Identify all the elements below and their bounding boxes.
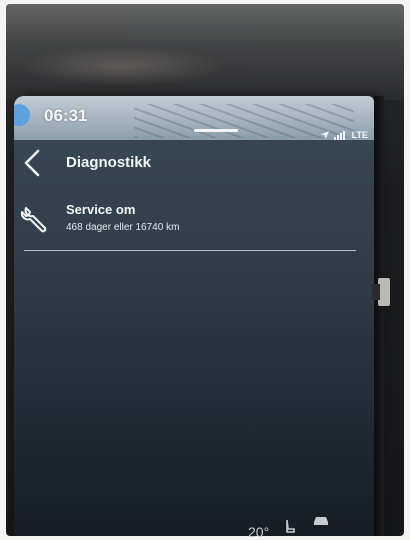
service-detail: 468 dager eller 16740 km	[66, 222, 180, 233]
pull-down-handle[interactable]	[194, 129, 238, 132]
network-type: LTE	[351, 130, 368, 140]
service-list-item[interactable]: Service om 468 dager eller 16740 km	[14, 196, 360, 248]
infotainment-screen: 06:31 LTE Diagnostikk Service om 468 dag…	[14, 96, 374, 536]
clock: 06:31	[44, 106, 88, 125]
climate-temperature[interactable]: 20°	[248, 524, 269, 540]
bezel-reflection	[6, 4, 404, 100]
seat-heat-icon[interactable]	[284, 519, 296, 535]
status-icons: LTE	[320, 130, 368, 140]
mount-clip	[372, 278, 390, 306]
profile-dot-icon[interactable]	[14, 104, 30, 126]
status-bar: 06:31 LTE	[14, 96, 374, 140]
signal-bars-icon	[333, 131, 345, 140]
service-title: Service om	[66, 202, 136, 217]
car-icon[interactable]	[312, 513, 330, 527]
chevron-left-icon[interactable]	[20, 148, 46, 178]
photo-frame: 06:31 LTE Diagnostikk Service om 468 dag…	[6, 4, 404, 536]
page-title: Diagnostikk	[66, 154, 152, 171]
list-divider	[24, 250, 356, 251]
navigation-arrow-icon	[320, 131, 329, 139]
wrench-icon	[20, 207, 47, 233]
screen-edge	[374, 96, 384, 536]
